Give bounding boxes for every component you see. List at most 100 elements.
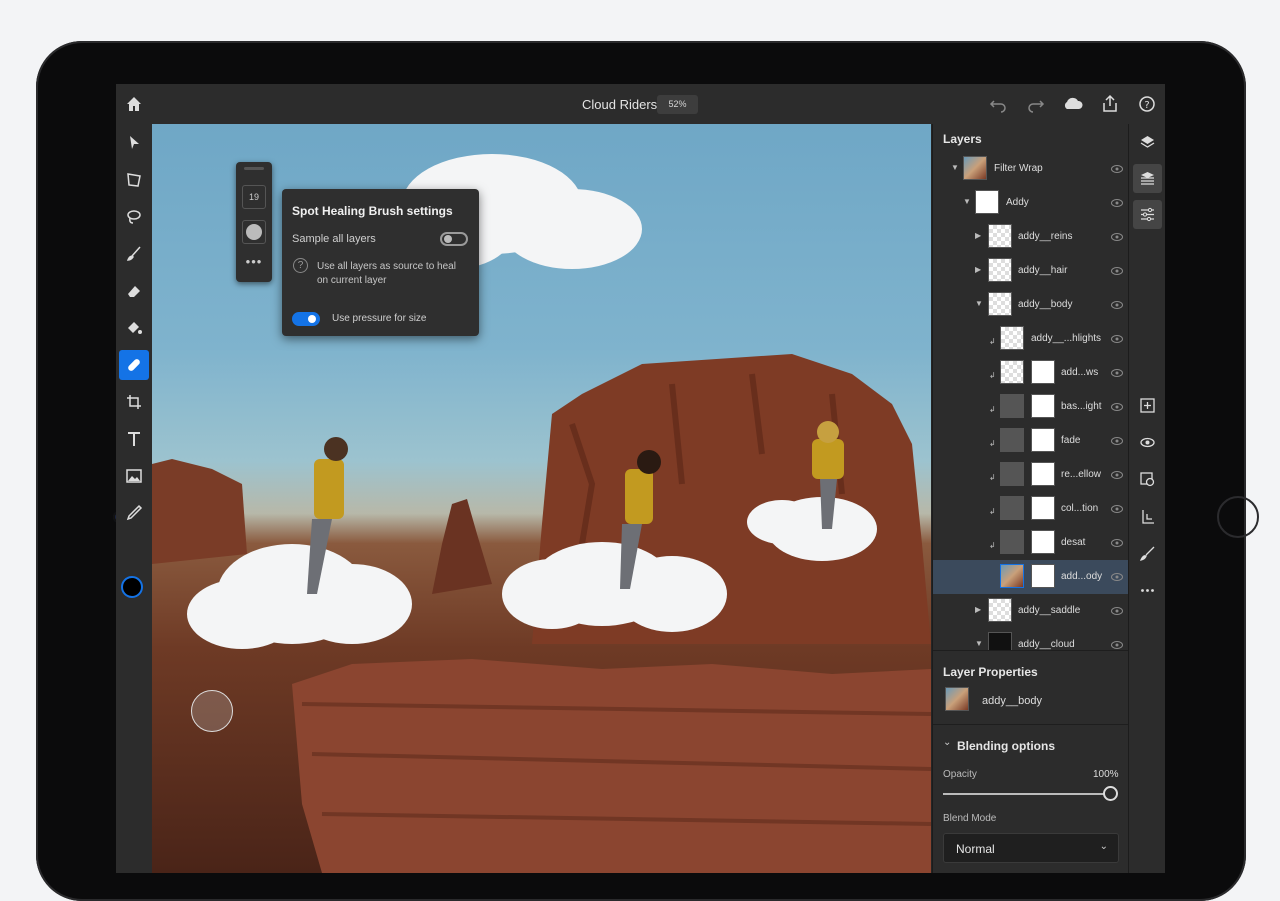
spot-healing-icon[interactable] <box>119 350 149 380</box>
undo-icon[interactable] <box>988 94 1008 114</box>
layer-row[interactable]: ↲ desat <box>933 526 1129 560</box>
eye-icon[interactable] <box>1111 334 1123 344</box>
pressure-size-toggle[interactable] <box>292 312 320 326</box>
clip-icon[interactable] <box>1133 502 1162 531</box>
layer-name: addy__reins <box>1018 231 1073 242</box>
transform-icon[interactable] <box>119 165 149 195</box>
layer-row[interactable]: ▼ addy__body <box>933 288 1129 322</box>
lasso-icon[interactable] <box>119 202 149 232</box>
share-icon[interactable] <box>1100 94 1120 114</box>
layer-row[interactable]: ▼ Filter Wrap <box>933 152 1129 186</box>
select-icon[interactable] <box>119 128 149 158</box>
layer-properties-name: addy__body <box>982 695 1042 707</box>
brush-tip-icon <box>246 224 262 240</box>
eye-icon[interactable] <box>1111 164 1123 174</box>
layer-row[interactable]: ▼ Addy <box>933 186 1129 220</box>
collapse-caret-icon[interactable]: ▼ <box>975 639 983 648</box>
home-button[interactable] <box>1217 496 1259 538</box>
panel-divider[interactable] <box>933 650 1129 651</box>
clip-icon: ↲ <box>989 473 996 482</box>
collapse-caret-icon[interactable]: ▼ <box>975 299 983 308</box>
layer-row[interactable]: ▶ addy__hair <box>933 254 1129 288</box>
eye-icon[interactable] <box>1111 572 1123 582</box>
eye-icon[interactable] <box>1111 538 1123 548</box>
paint-icon[interactable] <box>1133 539 1162 568</box>
layer-thumbnail <box>988 258 1012 282</box>
layers-icon[interactable] <box>1133 128 1162 157</box>
layer-row[interactable]: ↲ re...ellow <box>933 458 1129 492</box>
type-icon[interactable] <box>119 424 149 454</box>
chevron-down-icon[interactable]: ⌄ <box>943 737 951 748</box>
zoom-level[interactable]: 52% <box>657 95 698 114</box>
eye-icon[interactable] <box>1111 402 1123 412</box>
layer-name: addy__cloud <box>1018 639 1075 650</box>
brush-icon[interactable] <box>119 239 149 269</box>
place-image-icon[interactable] <box>119 461 149 491</box>
layer-row[interactable]: add...ody <box>933 560 1129 594</box>
visibility-icon[interactable] <box>1133 428 1162 457</box>
eye-icon[interactable] <box>1111 368 1123 378</box>
expand-caret-icon[interactable]: ▶ <box>975 265 981 274</box>
eye-icon[interactable] <box>1111 266 1123 276</box>
eye-icon[interactable] <box>1111 232 1123 242</box>
opacity-slider-handle[interactable] <box>1103 786 1118 801</box>
help-icon[interactable]: ? <box>293 258 308 273</box>
help-icon[interactable]: ? <box>1137 94 1157 114</box>
collapse-caret-icon[interactable]: ▼ <box>963 197 971 206</box>
layer-mask-thumbnail <box>1031 564 1055 588</box>
layer-thumbnail <box>945 687 969 711</box>
eye-icon[interactable] <box>1111 198 1123 208</box>
adjustments-icon[interactable] <box>1133 200 1162 229</box>
layer-row[interactable]: ↲ fade <box>933 424 1129 458</box>
more-icon[interactable] <box>1133 576 1162 605</box>
eye-icon[interactable] <box>1111 470 1123 480</box>
drag-handle[interactable] <box>244 167 264 170</box>
layer-row[interactable]: ↲ addy__...hlights <box>933 322 1129 356</box>
fill-icon[interactable] <box>119 313 149 343</box>
eye-icon[interactable] <box>1111 504 1123 514</box>
layer-row[interactable]: ↲ col...tion <box>933 492 1129 526</box>
eye-icon[interactable] <box>1111 640 1123 650</box>
foreground-color-swatch[interactable] <box>121 576 143 598</box>
home-icon[interactable] <box>124 94 144 114</box>
layer-row[interactable]: ▶ addy__reins <box>933 220 1129 254</box>
clip-icon: ↲ <box>989 541 996 550</box>
add-layer-icon[interactable] <box>1133 391 1162 420</box>
collapse-caret-icon[interactable]: ▼ <box>951 163 959 172</box>
layer-thumbnail <box>988 598 1012 622</box>
layer-row[interactable]: ↲ add...ws <box>933 356 1129 390</box>
eye-icon[interactable] <box>1111 300 1123 310</box>
clip-icon: ↲ <box>989 405 996 414</box>
brush-tip-button[interactable] <box>242 220 266 244</box>
layer-properties-icon[interactable] <box>1133 164 1162 193</box>
blend-mode-select[interactable]: Normal ⌄ <box>943 833 1119 863</box>
brush-settings-strip: 19 ••• <box>236 162 272 282</box>
eyedropper-icon[interactable] <box>119 498 149 528</box>
opacity-slider-track[interactable] <box>943 793 1109 795</box>
panel-divider <box>933 724 1129 725</box>
blend-mode-label: Blend Mode <box>943 813 997 824</box>
sample-all-layers-toggle[interactable] <box>440 232 468 246</box>
brush-size-value[interactable]: 19 <box>242 185 266 209</box>
layer-row[interactable]: ↲ bas...ight <box>933 390 1129 424</box>
canvas[interactable]: 19 ••• Spot Healing Brush settings Sampl… <box>152 124 931 873</box>
eraser-icon[interactable] <box>119 276 149 306</box>
layer-name: col...tion <box>1061 503 1099 514</box>
layer-thumbnail <box>1000 360 1024 384</box>
layer-row[interactable]: ▶ addy__saddle <box>933 594 1129 628</box>
blending-options-title[interactable]: Blending options <box>957 739 1055 753</box>
layer-thumbnail <box>963 156 987 180</box>
crop-icon[interactable] <box>119 387 149 417</box>
more-options-icon[interactable]: ••• <box>236 254 272 269</box>
cloud-icon[interactable] <box>1062 94 1084 114</box>
eye-icon[interactable] <box>1111 436 1123 446</box>
eye-icon[interactable] <box>1111 606 1123 616</box>
mask-icon[interactable] <box>1133 465 1162 494</box>
layer-name: re...ellow <box>1061 469 1102 480</box>
panel-title: Spot Healing Brush settings <box>292 204 453 218</box>
expand-caret-icon[interactable]: ▶ <box>975 605 981 614</box>
layer-row[interactable]: ▼ addy__cloud <box>933 628 1129 650</box>
expand-caret-icon[interactable]: ▶ <box>975 231 981 240</box>
redo-icon[interactable] <box>1026 94 1046 114</box>
sample-all-layers-description: Use all layers as source to heal on curr… <box>317 261 456 286</box>
